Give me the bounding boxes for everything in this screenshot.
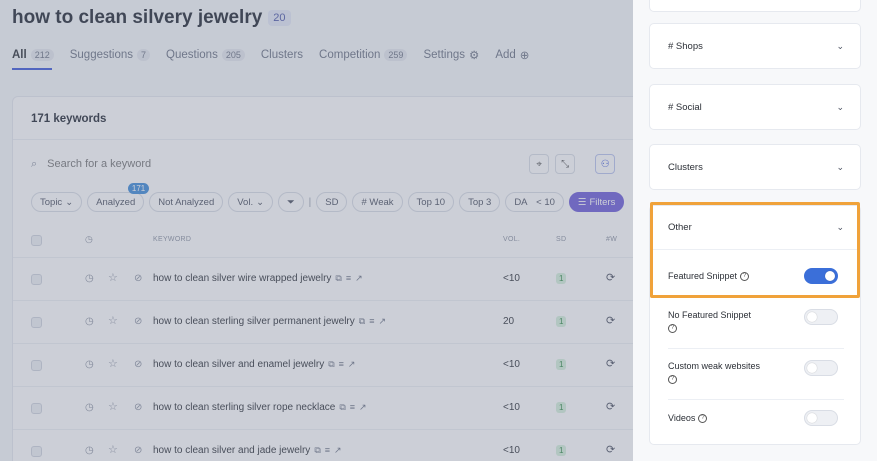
help-icon[interactable]: ?	[668, 324, 677, 334]
chevron-down-icon[interactable]: ⌄	[836, 222, 844, 233]
help-icon[interactable]: ?	[668, 375, 677, 385]
divider	[668, 348, 844, 349]
section-label: Other	[668, 222, 692, 233]
section-label: Clusters	[668, 161, 703, 173]
filter-section-other: Other ⌄ Featured Snippet? No Featured Sn…	[649, 205, 861, 445]
help-icon[interactable]: ?	[740, 272, 750, 282]
no-featured-snippet-toggle[interactable]	[804, 309, 838, 325]
filter-section-social[interactable]: # Social ⌄	[649, 84, 861, 130]
filter-section-clusters[interactable]: Clusters ⌄	[649, 144, 861, 190]
filter-section-previous	[649, 0, 861, 12]
help-icon[interactable]: ?	[698, 414, 708, 424]
divider	[668, 399, 844, 400]
modal-backdrop[interactable]	[0, 0, 633, 461]
chevron-down-icon[interactable]: ⌄	[836, 102, 844, 113]
main-page: how to clean silvery jewelry 20 All 212 …	[0, 0, 633, 461]
filter-drawer: # Shops ⌄ # Social ⌄ Clusters ⌄ Other ⌄ …	[633, 0, 877, 461]
videos-toggle[interactable]	[804, 410, 838, 426]
section-label: # Shops	[668, 40, 703, 52]
chevron-down-icon[interactable]: ⌄	[836, 41, 844, 52]
other-section-header[interactable]: Other ⌄	[650, 206, 860, 250]
custom-weak-websites-toggle[interactable]	[804, 360, 838, 376]
filter-section-shops[interactable]: # Shops ⌄	[649, 23, 861, 69]
featured-snippet-toggle[interactable]	[804, 268, 838, 284]
section-label: # Social	[668, 101, 702, 113]
chevron-down-icon[interactable]: ⌄	[836, 162, 844, 173]
